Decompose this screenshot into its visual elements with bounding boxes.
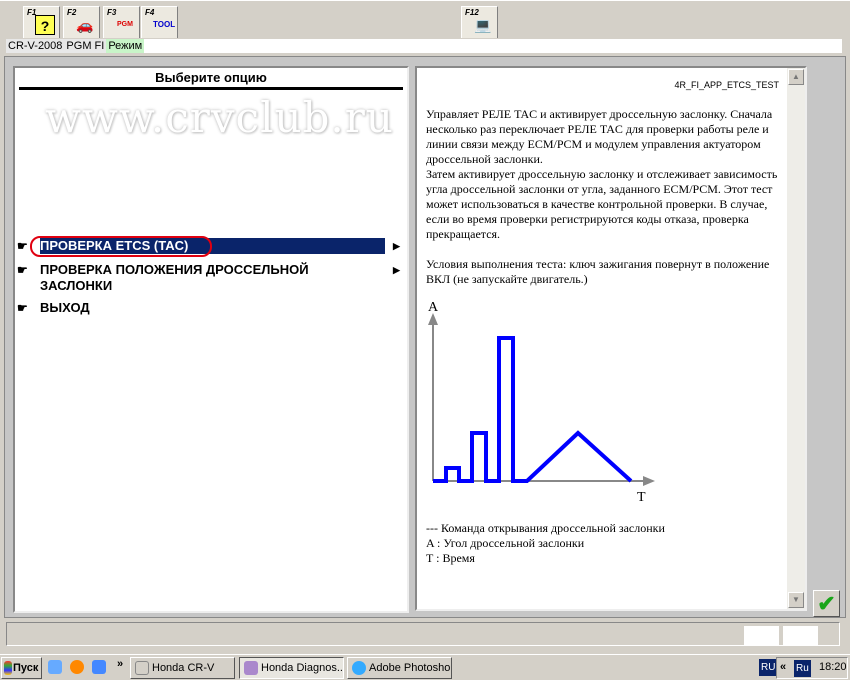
- taskbar-item[interactable]: Honda Diagnos...: [239, 657, 344, 679]
- taskbar-item-label: Honda CR-V: [152, 662, 215, 674]
- start-label: Пуск: [13, 662, 39, 674]
- scroll-down-button[interactable]: ▼: [788, 592, 804, 608]
- pointing-hand-icon: ☛: [17, 301, 28, 315]
- quick-launch-chevron[interactable]: »: [117, 658, 123, 670]
- option-panel: Выберите опцию www.crvclub.ru ☛ ПРОВЕРКА…: [13, 66, 409, 613]
- option-etcs-test[interactable]: ☛ ПРОВЕРКА ETCS (TAC) ▶: [17, 236, 407, 257]
- pgm-at-icon: PGM: [117, 21, 133, 28]
- help-icon: ?: [35, 15, 55, 35]
- mode-label: Режим: [106, 39, 145, 53]
- status-field: [744, 626, 779, 645]
- description-text: Управляет РЕЛЕ TAC и активирует дроссель…: [426, 107, 778, 286]
- honda-icon: [135, 661, 149, 676]
- taskbar-item[interactable]: Adobe Photoshop: [347, 657, 452, 679]
- pointing-hand-icon: ☛: [17, 263, 28, 277]
- test-code: 4R_FI_APP_ETCS_TEST: [674, 80, 779, 90]
- photoshop-icon: [352, 661, 366, 676]
- ok-button[interactable]: ✔: [813, 590, 840, 617]
- system-label: PGM FI: [64, 39, 107, 53]
- checkmark-icon: ✔: [817, 591, 836, 616]
- tab-f1-help[interactable]: F1?: [23, 6, 60, 38]
- option-label: ПРОВЕРКА ПОЛОЖЕНИЯ ДРОССЕЛЬНОЙ ЗАСЛОНКИ: [40, 262, 309, 293]
- panel-title: Выберите опцию: [19, 70, 403, 90]
- tool-icon: TOOL: [153, 20, 176, 29]
- submenu-arrow-icon: ▶: [393, 241, 400, 251]
- legend-line: --- Команда открывания дроссельной засло…: [426, 521, 665, 536]
- quick-launch-icon[interactable]: [92, 660, 106, 674]
- model-label: CR-V-2008: [6, 39, 65, 53]
- taskbar: Пуск » Honda CR-V Honda Diagnos... Adobe…: [0, 654, 850, 680]
- y-axis-label: A: [428, 300, 439, 315]
- x-axis-label: T: [637, 490, 646, 503]
- tab-f12-computer[interactable]: F12 💻: [461, 6, 498, 38]
- description-panel: 4R_FI_APP_ETCS_TEST Управляет РЕЛЕ TAC и…: [415, 66, 807, 611]
- legend-time: T : Время: [426, 551, 475, 565]
- scrollbar[interactable]: ▲ ▼: [787, 68, 805, 609]
- language-indicator[interactable]: RU: [759, 659, 778, 676]
- legend-command: --- Команда открывания дроссельной засло…: [426, 521, 665, 535]
- firefox-icon[interactable]: [70, 660, 84, 674]
- clock[interactable]: 18:20: [819, 661, 847, 673]
- ie-icon[interactable]: [48, 660, 62, 674]
- throttle-diagram: A T: [428, 300, 655, 503]
- x-axis-arrow: [643, 476, 655, 486]
- diagnostic-app-icon: [244, 661, 258, 676]
- taskbar-item[interactable]: Honda CR-V: [130, 657, 235, 679]
- option-label: ВЫХОД: [40, 300, 90, 315]
- taskbar-item-label: Adobe Photoshop: [369, 662, 452, 674]
- tab-f4-tool[interactable]: F4 TOOL: [141, 6, 178, 38]
- throttle-command-line: [433, 336, 633, 483]
- scroll-up-button[interactable]: ▲: [788, 69, 804, 85]
- tab-f2-vehicle[interactable]: F2 🚗: [63, 6, 100, 38]
- option-throttle-position-check[interactable]: ☛ ПРОВЕРКА ПОЛОЖЕНИЯ ДРОССЕЛЬНОЙ ЗАСЛОНК…: [17, 262, 407, 294]
- tab-f3-pgm[interactable]: F3 PGM: [103, 6, 140, 38]
- status-field: [783, 626, 818, 645]
- taskbar-item-label: Honda Diagnos...: [261, 662, 344, 674]
- car-icon: 🚗: [76, 17, 94, 33]
- status-line: CR-V-2008 PGM FI Режим: [6, 39, 842, 53]
- start-button[interactable]: Пуск: [1, 657, 42, 679]
- tray-expand-chevron[interactable]: «: [780, 661, 786, 673]
- option-exit[interactable]: ☛ ВЫХОД: [17, 300, 407, 317]
- status-bar: [6, 622, 840, 646]
- submenu-arrow-icon: ▶: [393, 265, 400, 275]
- tray-language-icon[interactable]: Ru: [794, 660, 811, 677]
- windows-logo-icon: [4, 661, 12, 676]
- legend-angle: A : Угол дроссельной заслонки: [426, 536, 585, 550]
- computer-icon: 💻: [474, 17, 492, 33]
- watermark: www.crvclub.ru: [45, 93, 394, 142]
- toolbar: F1? F2 🚗 F3 PGM F4 TOOL F12 💻: [0, 0, 850, 38]
- system-tray: « Ru 18:20: [776, 657, 848, 679]
- red-highlight-circle: [30, 236, 212, 257]
